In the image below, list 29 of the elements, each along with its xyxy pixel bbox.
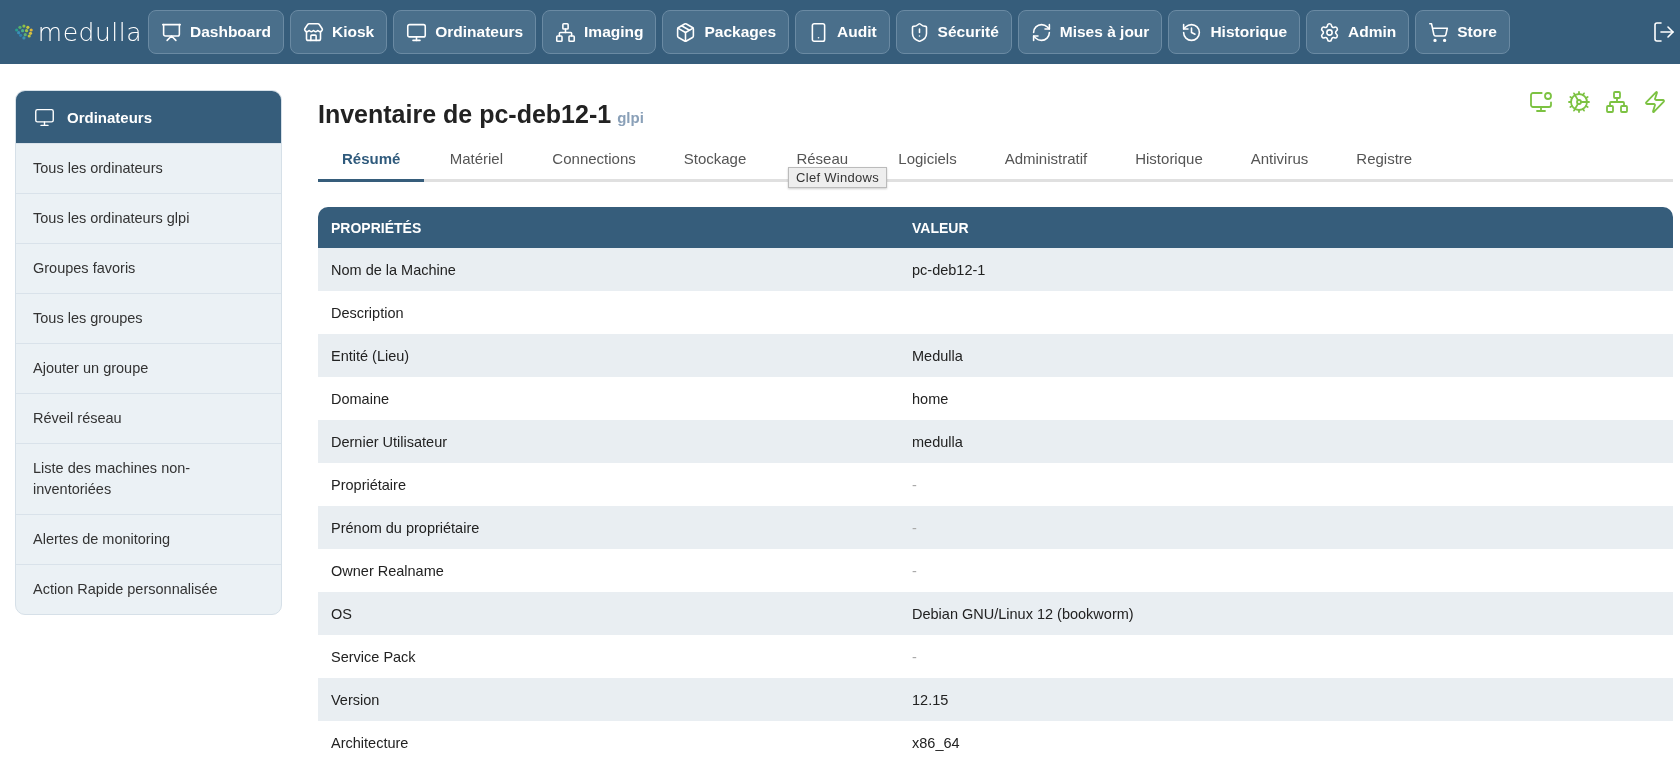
table-cell: medulla [899,420,1673,463]
table-cell: Prénom du propriétaire [318,506,899,549]
column-header: PROPRIÉTÉS [318,207,899,248]
table-cell: pc-deb12-1 [899,248,1673,291]
table-cell: Domaine [318,377,899,420]
table-cell: Dernier Utilisateur [318,420,899,463]
table-cell: - [899,506,1673,549]
tooltip: Clef Windows [788,167,888,188]
table-cell: x86_64 [899,721,1673,764]
sidebar-title: Ordinateurs [67,108,153,126]
table-cell: Architecture [318,721,899,764]
table-cell: Entité (Lieu) [318,334,899,377]
table-cell: Owner Realname [318,549,899,592]
page-title: Inventaire de pc-deb12-1 glpi [318,100,644,129]
table-cell: Medulla [899,334,1673,377]
table-cell: Service Pack [318,635,899,678]
table-cell: Debian GNU/Linux 12 (bookworm) [899,592,1673,635]
brand-name: medulla [37,17,142,47]
column-header: VALEUR [899,207,1673,248]
table-cell: Description [318,291,899,334]
table-cell: Propriétaire [318,463,899,506]
table-cell: Nom de la Machine [318,248,899,291]
table-cell: - [899,635,1673,678]
table-cell: home [899,377,1673,420]
table-cell: OS [318,592,899,635]
table-cell: 12.15 [899,678,1673,721]
table-cell: Version [318,678,899,721]
table-cell: - [899,549,1673,592]
table-cell: - [899,463,1673,506]
